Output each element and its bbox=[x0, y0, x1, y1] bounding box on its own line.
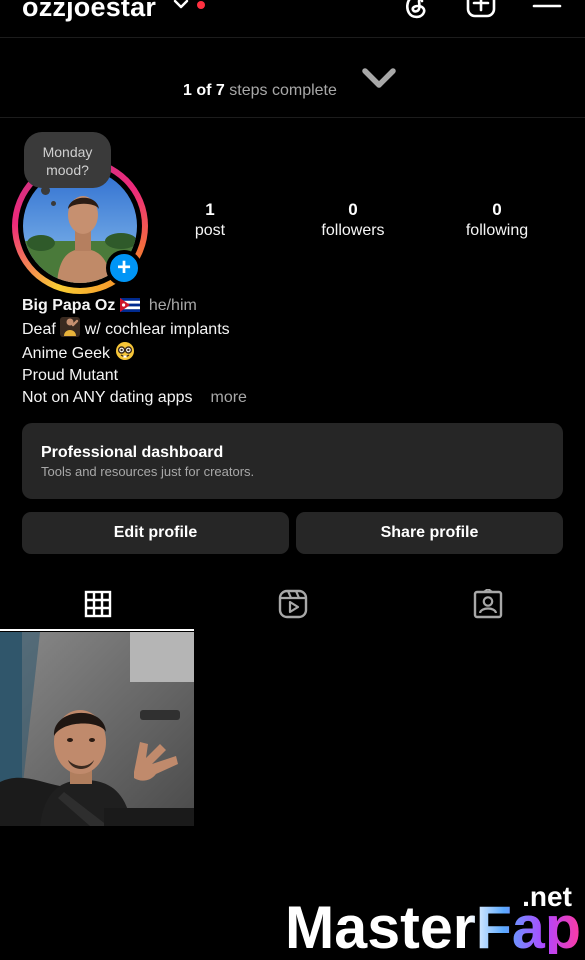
grid-icon bbox=[84, 590, 111, 618]
pronouns: he/him bbox=[148, 297, 197, 314]
tagged-icon bbox=[473, 589, 502, 619]
posts-stat[interactable]: 1 post bbox=[150, 200, 270, 242]
note-tail bbox=[41, 186, 50, 195]
professional-dashboard-card[interactable]: Professional dashboard Tools and resourc… bbox=[22, 423, 563, 499]
create-icon[interactable] bbox=[466, 0, 496, 20]
followers-label: followers bbox=[321, 222, 385, 239]
note-line-1: Monday bbox=[42, 144, 93, 160]
steps-completed-count: 1 bbox=[183, 82, 192, 99]
following-label: following bbox=[465, 222, 529, 239]
cuba-flag-icon bbox=[120, 298, 141, 312]
posts-label: post bbox=[194, 222, 226, 239]
followers-stat[interactable]: 0 followers bbox=[293, 200, 413, 242]
bio-line-4: Not on ANY dating apps bbox=[22, 389, 193, 406]
note-line-2: mood? bbox=[46, 162, 89, 178]
top-bar: ozzjoestar bbox=[0, 0, 585, 38]
followers-count: 0 bbox=[348, 200, 358, 219]
posts-count: 1 bbox=[205, 200, 215, 219]
bio-line-1-start: Deaf bbox=[22, 321, 56, 338]
deaf-person-icon bbox=[60, 317, 81, 337]
watermark-text: MasterFap bbox=[285, 894, 581, 954]
active-tab-indicator bbox=[0, 629, 194, 631]
steps-of-label: of bbox=[196, 82, 212, 99]
steps-progress-text: 1 of 7 steps complete bbox=[183, 82, 337, 100]
note-bubble[interactable]: Monday mood? bbox=[24, 132, 111, 188]
dashboard-title: Professional dashboard bbox=[41, 444, 224, 461]
tab-posts-grid[interactable] bbox=[0, 576, 195, 632]
post-thumbnail[interactable] bbox=[0, 632, 194, 826]
share-profile-button[interactable]: Share profile bbox=[296, 512, 563, 554]
bio-line-1-end: w/ cochlear implants bbox=[84, 321, 230, 338]
add-story-button[interactable]: + bbox=[106, 250, 142, 286]
notification-dot bbox=[197, 1, 205, 9]
threads-icon[interactable] bbox=[401, 0, 431, 20]
tab-tagged[interactable] bbox=[390, 576, 585, 632]
profile-steps-bar[interactable]: 1 of 7 steps complete bbox=[0, 38, 585, 118]
menu-icon[interactable] bbox=[532, 0, 562, 20]
dashboard-subtitle: Tools and resources just for creators. bbox=[41, 464, 255, 479]
username-switcher[interactable]: ozzjoestar bbox=[22, 0, 156, 23]
bio-more-link[interactable]: more bbox=[211, 389, 247, 406]
chevron-down-icon[interactable] bbox=[360, 66, 398, 92]
tab-reels[interactable] bbox=[195, 576, 390, 632]
bio-line-2: Anime Geek bbox=[22, 345, 111, 362]
note-tail-small bbox=[51, 201, 56, 206]
bio-line-3: Proud Mutant bbox=[22, 367, 119, 384]
steps-total-count: 7 bbox=[215, 82, 225, 99]
chevron-down-icon[interactable] bbox=[172, 0, 190, 12]
profile-tabs bbox=[0, 576, 585, 632]
watermark-logo: .net MasterFap bbox=[285, 882, 581, 954]
following-stat[interactable]: 0 following bbox=[437, 200, 557, 242]
edit-profile-button[interactable]: Edit profile bbox=[22, 512, 289, 554]
reels-icon bbox=[278, 589, 307, 619]
nerd-face-icon bbox=[115, 342, 134, 360]
following-count: 0 bbox=[492, 200, 502, 219]
steps-suffix: steps complete bbox=[229, 82, 337, 99]
profile-bio: Big Papa Oz he/him Deaf w/ cochlear impl… bbox=[22, 295, 562, 409]
display-name: Big Papa Oz bbox=[22, 297, 116, 314]
